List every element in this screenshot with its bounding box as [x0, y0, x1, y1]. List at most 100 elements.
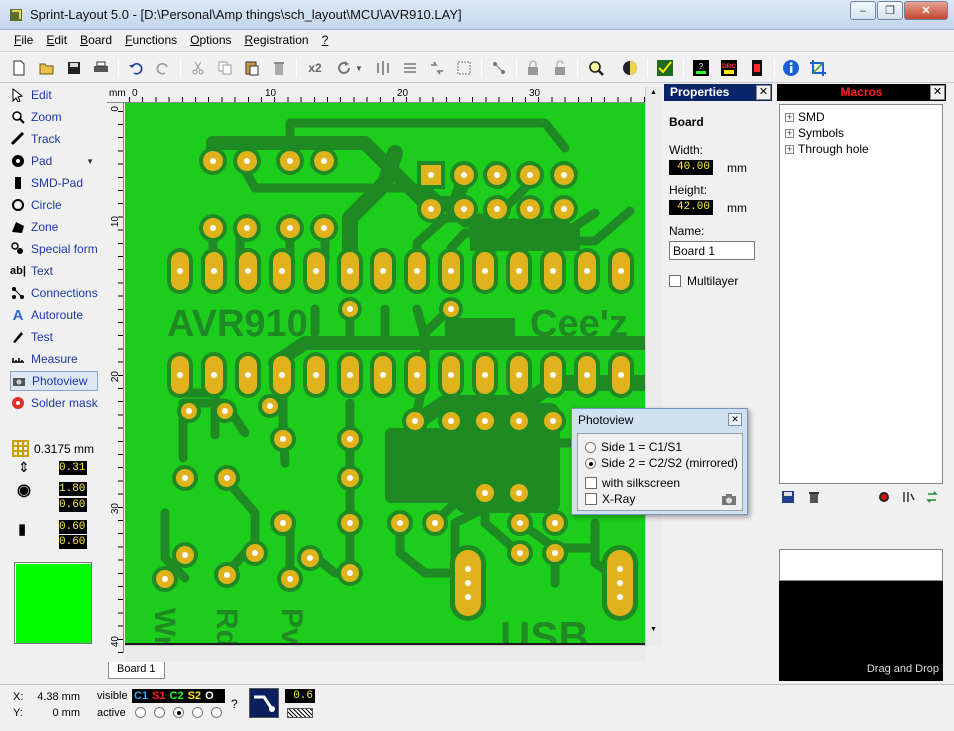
copy-button[interactable]: [214, 57, 236, 79]
side2-radio[interactable]: [585, 457, 596, 469]
layer-c2[interactable]: C2: [170, 689, 184, 703]
layer-c1[interactable]: C1: [134, 689, 148, 703]
expand-icon[interactable]: +: [785, 128, 794, 138]
multilayer-option[interactable]: Multilayer: [669, 274, 738, 288]
tool-measure[interactable]: Measure: [10, 349, 98, 369]
menu-board[interactable]: Board: [74, 30, 119, 50]
save-icon[interactable]: [781, 490, 795, 504]
xray-checkbox[interactable]: [585, 493, 597, 505]
board-tab[interactable]: Board 1: [108, 662, 165, 679]
tool-edit[interactable]: Edit: [10, 85, 98, 105]
height-field[interactable]: 42.00: [669, 200, 713, 215]
tool-photoview[interactable]: Photoview: [10, 371, 98, 391]
hatch-pattern-icon[interactable]: [287, 708, 313, 718]
xray-option[interactable]: X-Ray: [585, 492, 635, 506]
silkscreen-checkbox[interactable]: [585, 477, 597, 489]
lock-button[interactable]: [522, 57, 544, 79]
tool-text[interactable]: ab| Text: [10, 261, 98, 281]
drc-check-button[interactable]: [654, 57, 676, 79]
menu-file[interactable]: File: [8, 30, 40, 50]
paste-button[interactable]: [241, 57, 263, 79]
save-button[interactable]: [63, 57, 85, 79]
delete-button[interactable]: [268, 57, 290, 79]
x2-button[interactable]: x2: [302, 57, 328, 79]
align-button[interactable]: [399, 57, 421, 79]
group-button[interactable]: [426, 57, 448, 79]
print-button[interactable]: [90, 57, 112, 79]
tree-item-symbols[interactable]: + Symbols: [780, 125, 942, 141]
tool-zoom[interactable]: Zoom: [10, 107, 98, 127]
open-button[interactable]: [36, 57, 58, 79]
tool-smd-pad[interactable]: SMD-Pad: [10, 173, 98, 193]
menu-options[interactable]: Options: [184, 30, 238, 50]
side1-radio[interactable]: [585, 441, 596, 453]
camera-icon[interactable]: [721, 493, 737, 506]
active-s2-radio[interactable]: [192, 707, 203, 718]
rotate-button[interactable]: [333, 57, 355, 79]
tool-special-form[interactable]: Special form: [10, 239, 98, 259]
connect-button[interactable]: [488, 57, 510, 79]
tool-connections[interactable]: Connections: [10, 283, 98, 303]
tool-autoroute[interactable]: A Autoroute: [10, 305, 98, 325]
rotate-dropdown[interactable]: ▼: [354, 57, 364, 79]
unlock-button[interactable]: [549, 57, 571, 79]
side2-option[interactable]: Side 2 = C2/S2 (mirrored): [585, 456, 738, 470]
tool-circle[interactable]: Circle: [10, 195, 98, 215]
tool-test[interactable]: Test: [10, 327, 98, 347]
active-s1-radio[interactable]: [154, 707, 165, 718]
menu-edit[interactable]: Edit: [40, 30, 74, 50]
expand-icon[interactable]: +: [785, 144, 794, 154]
layer-visibility[interactable]: C1 S1 C2 S2 O: [132, 689, 225, 703]
tool-track[interactable]: Track: [10, 129, 98, 149]
track-width-field[interactable]: 0.31: [59, 461, 87, 475]
layer-outline[interactable]: O: [205, 689, 214, 703]
zoom-button[interactable]: [585, 57, 607, 79]
record-icon[interactable]: [877, 490, 891, 504]
width-field[interactable]: 40.00: [669, 160, 713, 175]
close-icon[interactable]: ✕: [930, 85, 945, 100]
info-button[interactable]: [780, 57, 802, 79]
expand-icon[interactable]: +: [785, 112, 794, 122]
menu-functions[interactable]: Functions: [119, 30, 184, 50]
mirror-button[interactable]: [372, 57, 394, 79]
horizontal-scrollbar[interactable]: [125, 645, 645, 662]
zoom-value[interactable]: 0.6: [285, 689, 315, 703]
layer-s1[interactable]: S1: [152, 689, 165, 703]
tree-item-through-hole[interactable]: + Through hole: [780, 141, 942, 157]
smd-height-field[interactable]: 0.60: [59, 535, 87, 549]
trash-icon[interactable]: [807, 490, 821, 504]
vertical-scrollbar[interactable]: ▲ ▼: [645, 87, 662, 647]
components-button[interactable]: ?: [690, 57, 712, 79]
side1-option[interactable]: Side 1 = C1/S1: [585, 440, 682, 454]
tool-solder-mask[interactable]: Solder mask: [10, 393, 98, 413]
new-button[interactable]: [8, 57, 30, 79]
tool-zone[interactable]: Zone: [10, 217, 98, 237]
close-icon[interactable]: ✕: [728, 413, 742, 426]
active-layer-color[interactable]: [14, 562, 92, 644]
drc-button[interactable]: DRC: [718, 57, 740, 79]
redo-button[interactable]: [152, 57, 174, 79]
active-c2-radio[interactable]: [173, 707, 184, 718]
layer-s2[interactable]: S2: [188, 689, 201, 703]
mask-button[interactable]: [619, 57, 641, 79]
maximize-button[interactable]: ❐: [877, 1, 903, 20]
macro-preview[interactable]: Drag and Drop: [779, 549, 943, 681]
board-name-input[interactable]: Board 1: [669, 241, 755, 260]
menu-registration[interactable]: Registration: [239, 30, 316, 50]
smd-width-field[interactable]: 0.60: [59, 520, 87, 534]
cut-button[interactable]: [187, 57, 209, 79]
close-icon[interactable]: ✕: [756, 85, 771, 100]
multilayer-checkbox[interactable]: [669, 275, 681, 287]
crop-button[interactable]: [807, 57, 829, 79]
active-outline-radio[interactable]: [211, 707, 222, 718]
menu-help[interactable]: ?: [316, 30, 336, 50]
refresh-icon[interactable]: [925, 490, 939, 504]
undo-button[interactable]: [125, 57, 147, 79]
macro-button[interactable]: [746, 57, 768, 79]
ungroup-button[interactable]: [453, 57, 475, 79]
tool-pad[interactable]: Pad ▼: [10, 151, 98, 171]
chevron-down-icon[interactable]: ▼: [86, 157, 94, 166]
pin-icon[interactable]: [901, 490, 915, 504]
pad-outer-field[interactable]: 1.80: [59, 482, 87, 496]
track-mode-icon[interactable]: [249, 688, 279, 718]
